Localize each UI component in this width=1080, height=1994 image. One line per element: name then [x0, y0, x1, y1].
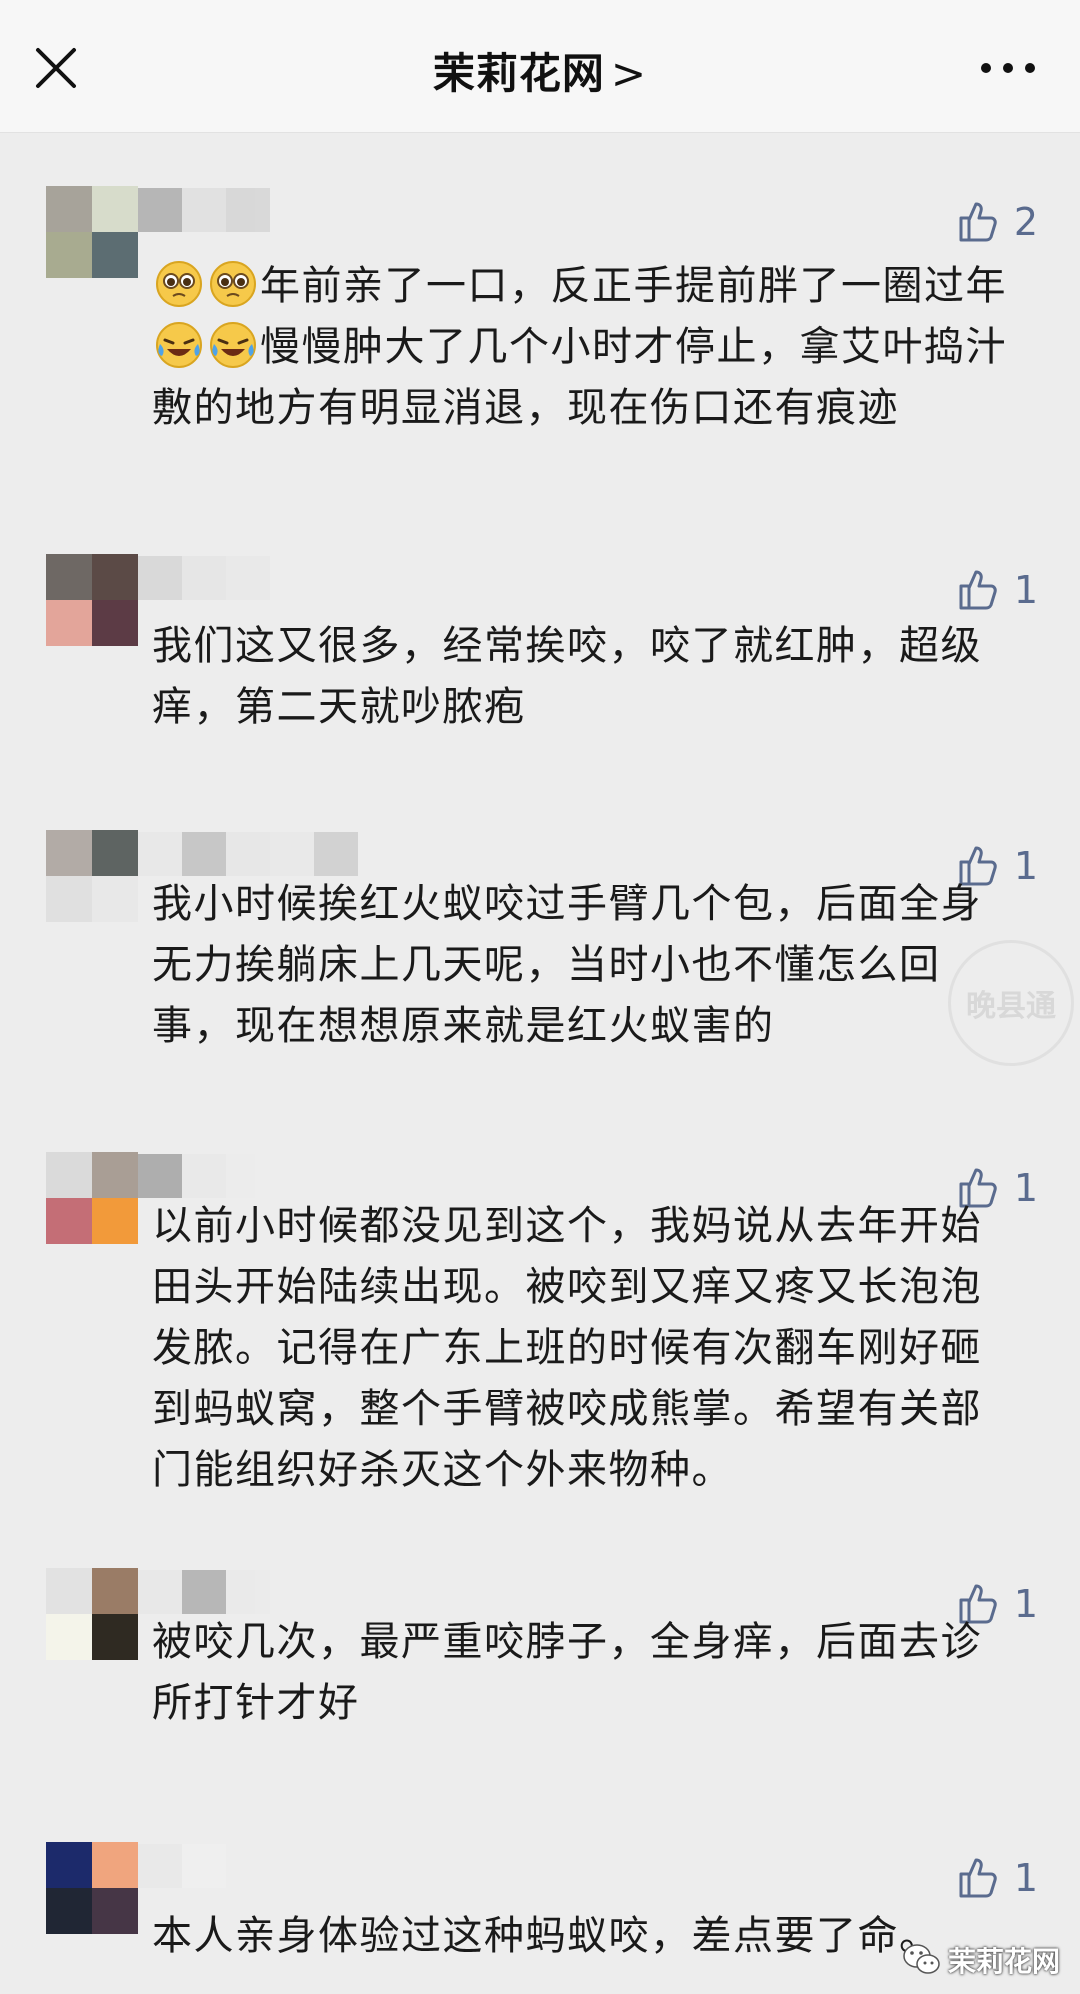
comment-item: 1 被咬几次，最严重咬脖子，全身痒，后面去诊所打针才好: [0, 1568, 1080, 1768]
comment-text: 我们这又很多，经常挨咬，咬了就红肿，超级痒，第二天就吵脓疱: [152, 623, 982, 730]
page-title-text: 茉莉花网: [432, 49, 605, 98]
like-button[interactable]: 2: [958, 198, 1038, 246]
comment-item: 1 我们这又很多，经常挨咬，咬了就红肿，超级痒，第二天就吵脓疱: [0, 554, 1080, 754]
like-count: 1: [1013, 1856, 1038, 1900]
nickname-blurred: [138, 1844, 270, 1888]
comment-item: 1 以前小时候都没见到这个，我妈说从去年开始田头开始陆续出现。被咬到又痒又疼又长…: [0, 1152, 1080, 1512]
nickname-blurred: [138, 1154, 270, 1198]
comment-text: 年前亲了一口，反正手提前胖了一圈过年慢慢肿大了几个小时才停止，拿艾叶捣汁敷的地方…: [152, 256, 1012, 439]
avatar[interactable]: [46, 186, 138, 278]
avatar[interactable]: [46, 1152, 138, 1244]
avatar[interactable]: [46, 554, 138, 646]
pleading-face-icon: [210, 261, 256, 307]
nickname-blurred: [138, 1570, 270, 1614]
thumb-up-icon: [959, 1858, 997, 1898]
laughing-crying-face-icon: [210, 322, 256, 368]
comment-text: 我小时候挨红火蚁咬过手臂几个包，后面全身无力挨躺床上几天呢，当时小也不懂怎么回事…: [152, 881, 982, 1049]
avatar[interactable]: [46, 1568, 138, 1660]
comment-text: 被咬几次，最严重咬脖子，全身痒，后面去诊所打针才好: [152, 1619, 982, 1726]
comment-text-part: 年前亲了一口，反正手提前胖了一圈过年: [260, 263, 1007, 309]
top-bar: 茉莉花网 >: [0, 0, 1080, 133]
nickname-blurred: [138, 832, 378, 876]
pleading-face-icon: [156, 261, 202, 307]
like-count: 1: [1013, 844, 1038, 888]
avatar[interactable]: [46, 1842, 138, 1934]
comment-item: 1 我小时候挨红火蚁咬过手臂几个包，后面全身无力挨躺床上几天呢，当时小也不懂怎么…: [0, 830, 1080, 1090]
like-count: 1: [1013, 1166, 1038, 1210]
watermark-stamp: 晚县通: [948, 940, 1074, 1066]
nickname-blurred: [138, 556, 270, 600]
watermark-stamp-text: 晚县通: [966, 989, 1056, 1024]
comment-text: 本人亲身体验过这种蚂蚁咬，差点要了命。: [152, 1913, 941, 1959]
comment-text: 以前小时候都没见到这个，我妈说从去年开始田头开始陆续出现。被咬到又痒又疼又长泡泡…: [152, 1203, 982, 1493]
watermark-label: 茉莉花网: [947, 1945, 1060, 1978]
like-button[interactable]: 1: [958, 1854, 1038, 1902]
like-button[interactable]: 1: [958, 566, 1038, 614]
laughing-crying-face-icon: [156, 322, 202, 368]
wechat-icon: [903, 1944, 940, 1974]
comment-text-part: 慢慢肿大了几个小时才停止，拿艾叶捣汁敷的地方有明显消退，现在伤口还有痕迹: [152, 324, 1007, 431]
avatar[interactable]: [46, 830, 138, 922]
chevron-right-icon: >: [610, 49, 648, 98]
nickname-blurred: [138, 188, 270, 232]
thumb-up-icon: [959, 202, 997, 242]
thumb-up-icon: [959, 570, 997, 610]
like-count: 2: [1013, 200, 1038, 244]
page-title[interactable]: 茉莉花网 >: [0, 40, 1080, 101]
watermark: 茉莉花网: [902, 1940, 1060, 1980]
like-count: 1: [1013, 568, 1038, 612]
more-icon[interactable]: [976, 50, 1040, 86]
like-count: 1: [1013, 1582, 1038, 1626]
comment-item: 2 年前亲了一口，反正手提前胖了一圈过年慢慢肿大了几个小时才停止，拿艾叶捣汁敷的…: [0, 186, 1080, 506]
